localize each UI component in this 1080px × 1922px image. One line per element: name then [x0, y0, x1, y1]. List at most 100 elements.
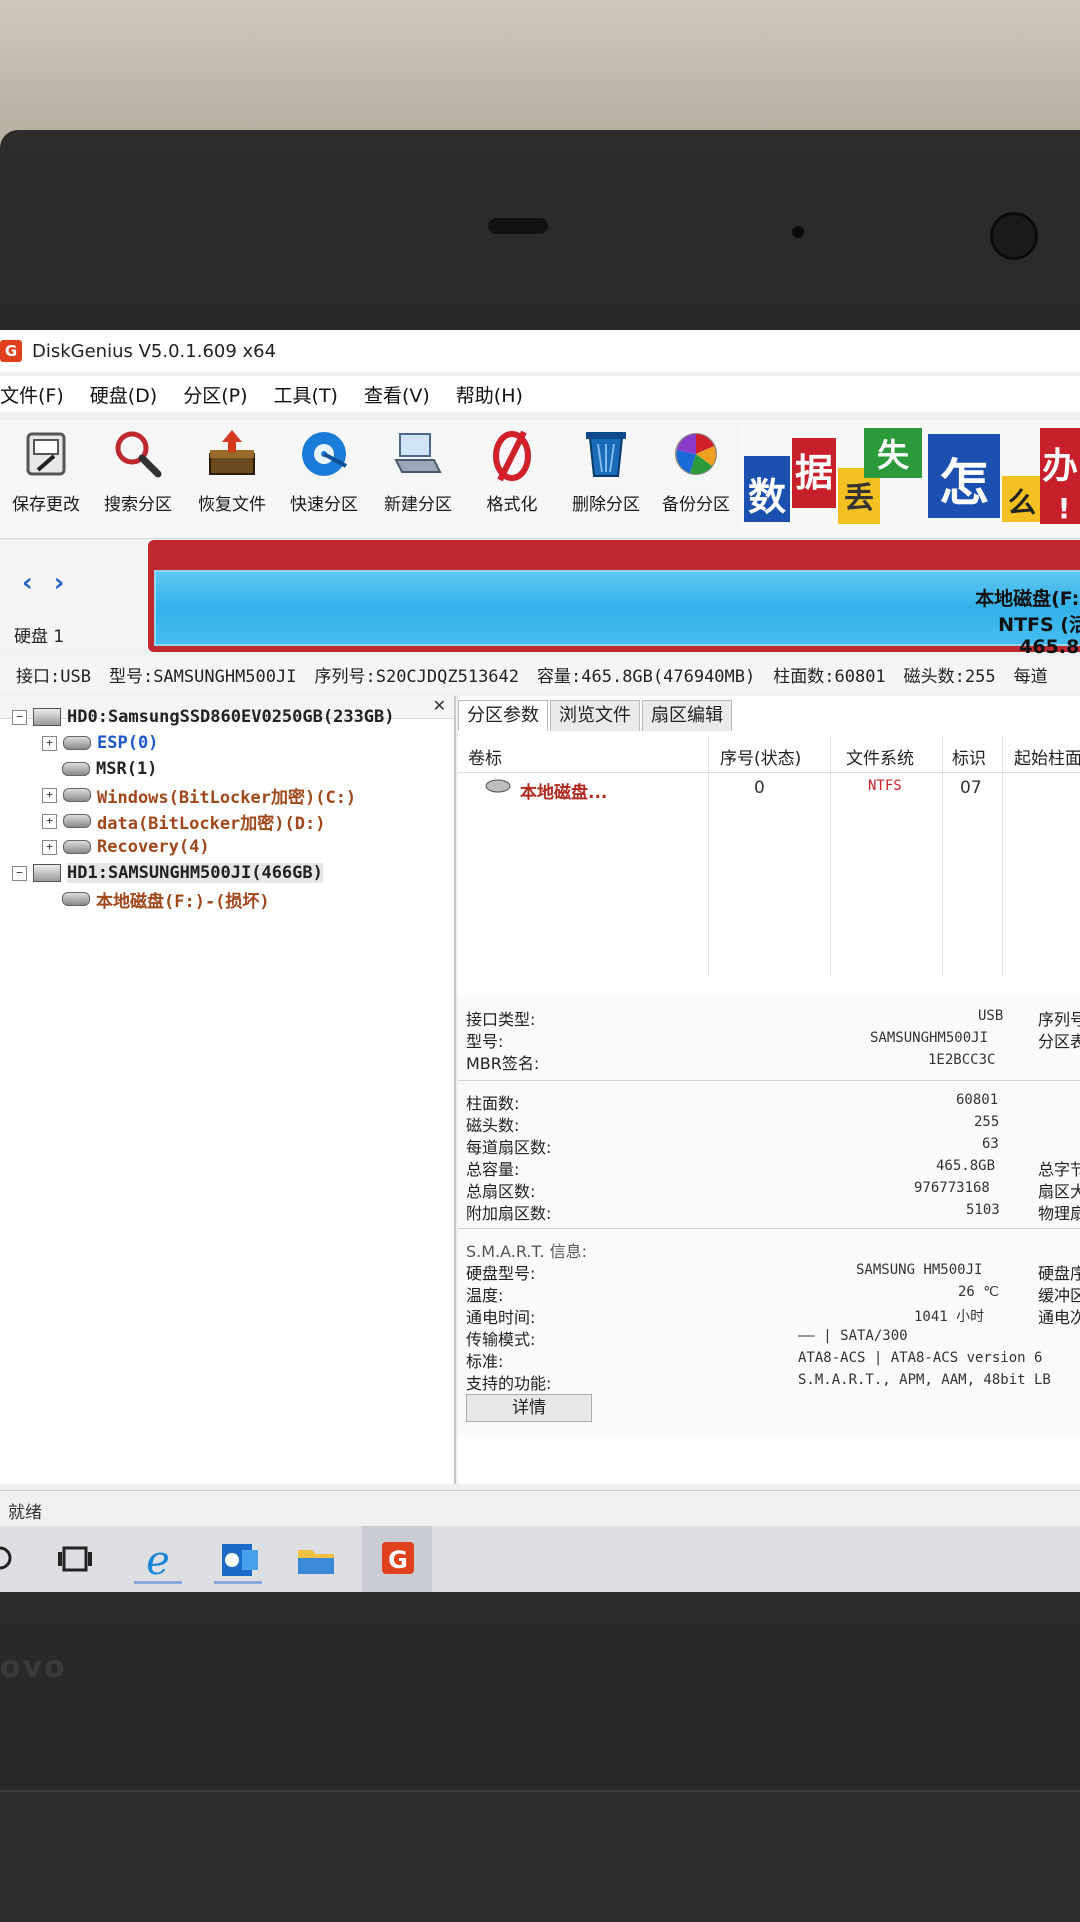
task-view-icon[interactable]	[46, 1536, 106, 1584]
collapse-icon[interactable]: −	[12, 709, 27, 725]
file-explorer-icon[interactable]	[286, 1536, 346, 1584]
quick-partition-button[interactable]: 快速分区	[278, 426, 370, 515]
grid-divider	[1002, 736, 1003, 976]
partition-name: 本地磁盘(F:)	[975, 588, 1080, 610]
taskbar: e G	[0, 1526, 1080, 1592]
smart-disk-seq-label: 硬盘序	[1038, 1264, 1080, 1283]
webcam-ring	[990, 212, 1038, 260]
info-interface: 接口:USB	[16, 666, 91, 687]
tree-item[interactable]: + Windows(BitLocker加密)(C:)	[42, 782, 356, 808]
info-heads: 磁头数:255	[903, 666, 996, 687]
ie-icon[interactable]: e	[128, 1536, 188, 1584]
quick-partition-label: 快速分区	[290, 495, 358, 515]
disk-nav-arrows-icon[interactable]: ‹ ›	[22, 568, 70, 598]
save-changes-button[interactable]: 保存更改	[0, 426, 92, 515]
col-index[interactable]: 序号(状态)	[720, 744, 801, 769]
tree-item[interactable]: + data(BitLocker加密)(D:)	[42, 808, 325, 834]
info-per-track: 每道	[1013, 666, 1048, 687]
collapse-icon[interactable]: −	[12, 865, 27, 881]
backup-partition-icon	[675, 433, 717, 475]
recover-files-button[interactable]: 恢复文件	[186, 426, 278, 515]
disk-label: 硬盘 1	[14, 627, 65, 647]
laptop-hinge	[0, 1790, 1080, 1922]
banner-char-4: 怎	[939, 454, 989, 512]
running-indicator	[214, 1581, 262, 1584]
new-partition-label: 新建分区	[384, 495, 452, 515]
partition-block[interactable]	[154, 570, 1080, 646]
webcam-dot	[792, 226, 804, 238]
prop-capacity-value: 465.8GB	[936, 1158, 996, 1174]
smart-xfer-value: —— | SATA/300	[798, 1328, 908, 1344]
expand-icon[interactable]: +	[42, 813, 57, 829]
banner-char-7: !	[1058, 492, 1071, 525]
tree-item[interactable]: + Recovery(4)	[42, 834, 210, 860]
close-icon[interactable]: ✕	[433, 696, 446, 715]
grid-divider	[830, 736, 831, 976]
details-button[interactable]: 详情	[466, 1394, 592, 1422]
tree-item[interactable]: 本地磁盘(F:)-(损坏)	[42, 886, 270, 912]
delete-partition-button[interactable]: 删除分区	[560, 426, 652, 515]
tree-item-label: ESP(0)	[97, 733, 159, 753]
search-icon[interactable]	[0, 1536, 40, 1584]
col-filesystem[interactable]: 文件系统	[846, 744, 914, 769]
search-partition-button[interactable]: 搜索分区	[92, 426, 184, 515]
quick-partition-icon	[302, 432, 347, 476]
tree-item[interactable]: + ESP(0)	[42, 730, 158, 756]
banner-char-1: 据	[795, 451, 833, 495]
tab-sector-edit[interactable]: 扇区编辑	[642, 700, 732, 731]
tab-browse-files[interactable]: 浏览文件	[550, 700, 640, 731]
prop-spt-value: 63	[982, 1136, 999, 1152]
backup-partition-button[interactable]: 备份分区	[650, 426, 742, 515]
partition-icon	[62, 892, 90, 906]
outlook-icon[interactable]	[208, 1536, 268, 1584]
expand-icon[interactable]: +	[42, 839, 57, 855]
webcam-slot	[488, 218, 548, 234]
info-capacity: 容量:465.8GB(476940MB)	[537, 666, 756, 687]
tab-partition-params[interactable]: 分区参数	[458, 700, 548, 731]
diskgenius-icon[interactable]: G	[362, 1526, 432, 1592]
partition-icon	[63, 736, 91, 750]
menu-disk[interactable]: 硬盘(D)	[90, 381, 157, 408]
separator	[458, 1228, 1080, 1229]
menu-view[interactable]: 查看(V)	[364, 381, 430, 408]
tree-item[interactable]: − HD0:SamsungSSD860EV0250GB(233GB)	[12, 704, 395, 730]
backup-partition-label: 备份分区	[662, 495, 730, 515]
menu-help[interactable]: 帮助(H)	[456, 381, 523, 408]
col-start-cylinder[interactable]: 起始柱面	[1014, 744, 1080, 769]
prop-mbr-label: MBR签名:	[466, 1054, 540, 1073]
menu-tools[interactable]: 工具(T)	[274, 381, 338, 408]
format-button[interactable]: 格式化	[466, 426, 558, 515]
tree-item[interactable]: − HD1:SAMSUNGHM500JI(466GB)	[12, 860, 323, 886]
tree-item[interactable]: MSR(1)	[42, 756, 157, 782]
tree-item-label: 本地磁盘(F:)-(损坏)	[96, 891, 270, 912]
prop-physical-sector-label: 物理扇	[1038, 1204, 1080, 1223]
col-volume[interactable]: 卷标	[468, 744, 502, 769]
promo-banner[interactable]: 数 据 丢 失 怎 么 办 !	[740, 422, 1080, 530]
prop-extra-sectors-label: 附加扇区数:	[466, 1204, 552, 1223]
recover-icon	[209, 430, 255, 475]
tree-item-label: Recovery(4)	[97, 837, 210, 857]
tree-item-label: Windows(BitLocker加密)(C:)	[97, 787, 357, 808]
expand-icon[interactable]: +	[42, 735, 57, 751]
prop-cylinders-label: 柱面数:	[466, 1094, 520, 1113]
new-partition-button[interactable]: 新建分区	[372, 426, 464, 515]
expand-icon[interactable]: +	[42, 787, 57, 803]
prop-interface-label: 接口类型:	[466, 1010, 536, 1029]
menu-partition[interactable]: 分区(P)	[183, 381, 247, 408]
banner-char-6: 办	[1042, 446, 1078, 487]
table-row[interactable]: 本地磁盘... 0 NTFS 07	[458, 774, 1080, 804]
status-bar: 就绪	[0, 1490, 1080, 1527]
tab-bar: 分区参数 浏览文件 扇区编辑	[458, 700, 734, 731]
prop-model-label: 型号:	[466, 1032, 504, 1051]
prop-partition-table-label: 分区表	[1038, 1032, 1080, 1051]
search-icon	[115, 431, 162, 478]
running-indicator	[134, 1581, 182, 1584]
col-id[interactable]: 标识	[952, 744, 986, 769]
tree-item-label: HD1:SAMSUNGHM500JI(466GB)	[67, 863, 323, 883]
menu-file[interactable]: 文件(F)	[0, 381, 64, 408]
disk-partition-graphic[interactable]: 本地磁盘(F:) NTFS (活 465.8(	[148, 540, 1080, 658]
smart-power-value: 1041 小时	[914, 1309, 985, 1325]
grid-divider	[708, 736, 709, 976]
status-text: 就绪	[8, 1503, 42, 1523]
partition-icon	[62, 762, 90, 776]
